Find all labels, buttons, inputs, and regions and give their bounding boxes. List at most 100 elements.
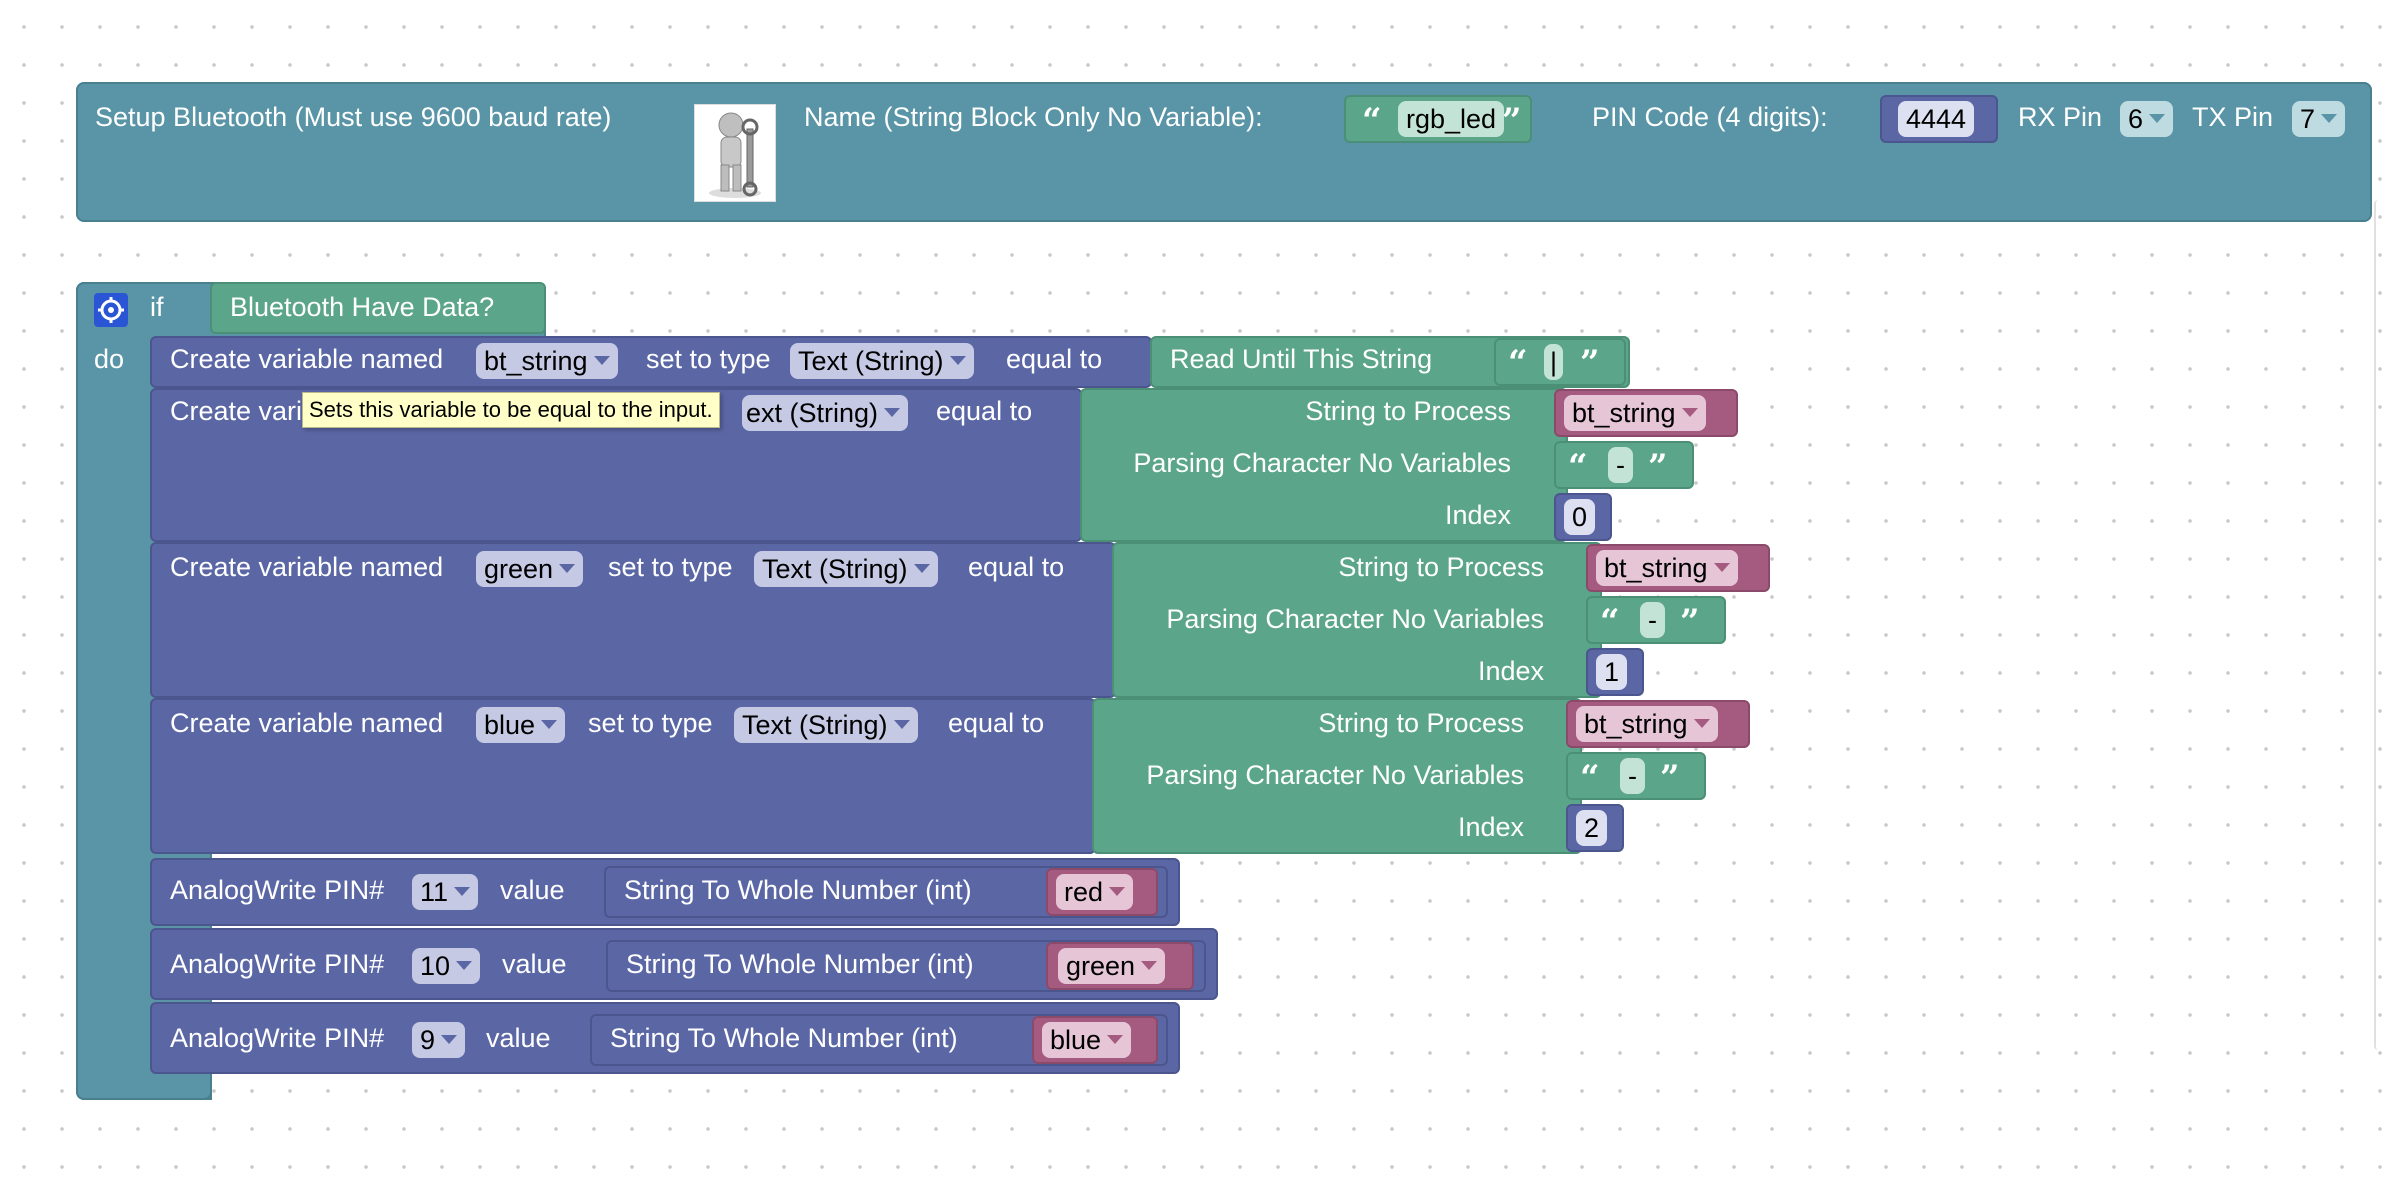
variable-name-value: green (484, 554, 554, 584)
close-quote-icon: ” (1660, 758, 1680, 798)
analog-pin-dropdown[interactable]: 10 (412, 948, 481, 984)
type-value: Text (String) (798, 346, 944, 376)
variable-get-dropdown[interactable]: bt_string (1564, 395, 1706, 431)
do-label: do (94, 344, 125, 374)
workspace-scrollbar[interactable] (2374, 200, 2382, 1050)
variable-get-dropdown[interactable]: green (1058, 948, 1166, 984)
dropdown-arrow-icon (1681, 408, 1698, 418)
variable-get-dropdown[interactable]: bt_string (1596, 550, 1738, 586)
read-until-label: Read Until This String (1170, 344, 1433, 374)
tx-pin-dropdown[interactable]: 7 (2292, 101, 2346, 137)
variable-get-value: blue (1050, 1025, 1102, 1055)
dropdown-arrow-icon (541, 720, 558, 730)
create-variable-label: Create variable named (170, 552, 444, 582)
create-variable-label: Create variable named (170, 344, 444, 374)
variable-name-dropdown[interactable]: blue (476, 707, 566, 743)
parsing-char-field[interactable]: - (1620, 758, 1645, 794)
analog-write-label: AnalogWrite PIN# (170, 1023, 385, 1053)
index-label: Index (1457, 812, 1524, 842)
analog-write-label: AnalogWrite PIN# (170, 949, 385, 979)
type-dropdown[interactable]: Text (String) (734, 707, 918, 743)
tx-pin-value: 7 (2300, 104, 2316, 134)
dropdown-arrow-icon (456, 961, 473, 971)
string-to-int-label: String To Whole Number (int) (626, 949, 974, 979)
string-to-int-label: String To Whole Number (int) (624, 875, 972, 905)
parsing-character-label: Parsing Character No Variables (1133, 448, 1511, 478)
setup-bluetooth-title: Setup Bluetooth (Must use 9600 baud rate… (95, 102, 612, 132)
tx-pin-label: TX Pin (2192, 102, 2274, 132)
string-to-int-label: String To Whole Number (int) (610, 1023, 958, 1053)
string-to-process-label: String to Process (1318, 708, 1524, 738)
dropdown-arrow-icon (441, 1035, 458, 1045)
variable-get-dropdown[interactable]: red (1056, 874, 1134, 910)
read-until-text-field[interactable]: | (1544, 344, 1564, 380)
dropdown-arrow-icon (949, 356, 966, 366)
parsing-character-label: Parsing Character No Variables (1146, 760, 1524, 790)
type-dropdown[interactable]: Text (String) (754, 551, 938, 587)
equal-to-label: equal to (948, 708, 1045, 738)
gear-icon[interactable] (94, 293, 128, 327)
rx-pin-dropdown[interactable]: 6 (2120, 101, 2174, 137)
variable-get-value: red (1064, 877, 1104, 907)
type-value: Text (String) (762, 554, 908, 584)
variable-get-value: bt_string (1604, 553, 1708, 583)
dropdown-arrow-icon (1713, 563, 1730, 573)
variable-get-dropdown[interactable]: bt_string (1576, 706, 1718, 742)
dropdown-arrow-icon (454, 887, 471, 897)
analog-pin-dropdown[interactable]: 9 (412, 1022, 466, 1058)
bt-name-field[interactable]: rgb_led (1398, 101, 1505, 137)
parsing-char-field[interactable]: - (1608, 447, 1633, 483)
type-dropdown[interactable]: Text (String) (790, 343, 974, 379)
create-variable-label: Create variable named (170, 708, 444, 738)
dropdown-arrow-icon (884, 408, 901, 418)
index-number-field[interactable]: 1 (1596, 654, 1628, 690)
open-quote-icon: “ (1580, 758, 1600, 798)
open-quote-icon: “ (1600, 602, 1620, 642)
variable-name-value: bt_string (484, 346, 588, 376)
index-label: Index (1444, 500, 1511, 530)
open-quote-icon: “ (1568, 447, 1588, 487)
string-to-process-label: String to Process (1338, 552, 1544, 582)
string-to-process-label: String to Process (1305, 396, 1511, 426)
dropdown-arrow-icon (1141, 961, 1158, 971)
type-value: ext (String) (746, 398, 879, 428)
dropdown-arrow-icon (593, 356, 610, 366)
index-number-field[interactable]: 2 (1576, 810, 1608, 846)
variable-name-dropdown[interactable]: bt_string (476, 343, 618, 379)
value-label: value (500, 875, 565, 905)
if-label: if (150, 292, 164, 322)
value-label: value (502, 949, 567, 979)
pin-code-label: PIN Code (4 digits): (1592, 102, 1828, 132)
open-quote-icon: “ (1508, 343, 1528, 383)
dropdown-arrow-icon (1109, 887, 1126, 897)
set-type-label: set to type (646, 344, 771, 374)
analog-pin-value: 10 (420, 951, 451, 981)
variable-get-value: bt_string (1584, 709, 1688, 739)
analog-pin-value: 9 (420, 1025, 436, 1055)
dropdown-arrow-icon (1107, 1035, 1124, 1045)
pin-code-field[interactable]: 4444 (1898, 101, 1975, 137)
analog-pin-value: 11 (420, 877, 449, 907)
equal-to-label: equal to (968, 552, 1065, 582)
variable-get-value: bt_string (1572, 398, 1676, 428)
parsing-char-field[interactable]: - (1640, 602, 1665, 638)
type-value: Text (String) (742, 710, 888, 740)
type-dropdown[interactable]: ext (String) (742, 395, 909, 431)
index-number-field[interactable]: 0 (1564, 499, 1596, 535)
rx-pin-label: RX Pin (2018, 102, 2103, 132)
variable-get-dropdown[interactable]: blue (1042, 1022, 1132, 1058)
dropdown-arrow-icon (1693, 719, 1710, 729)
value-label: value (486, 1023, 551, 1053)
bt-name-label: Name (String Block Only No Variable): (804, 102, 1263, 132)
variable-name-dropdown[interactable]: green (476, 551, 584, 587)
equal-to-label: equal to (1006, 344, 1103, 374)
if-block-footer (76, 1070, 212, 1100)
dropdown-arrow-icon (2149, 114, 2166, 124)
parsing-character-label: Parsing Character No Variables (1166, 604, 1544, 634)
index-label: Index (1477, 656, 1544, 686)
analog-pin-dropdown[interactable]: 11 (412, 874, 479, 910)
dropdown-arrow-icon (2321, 114, 2338, 124)
set-type-label: set to type (608, 552, 733, 582)
close-quote-icon: ” (1502, 101, 1522, 141)
set-type-label: set to type (588, 708, 713, 738)
